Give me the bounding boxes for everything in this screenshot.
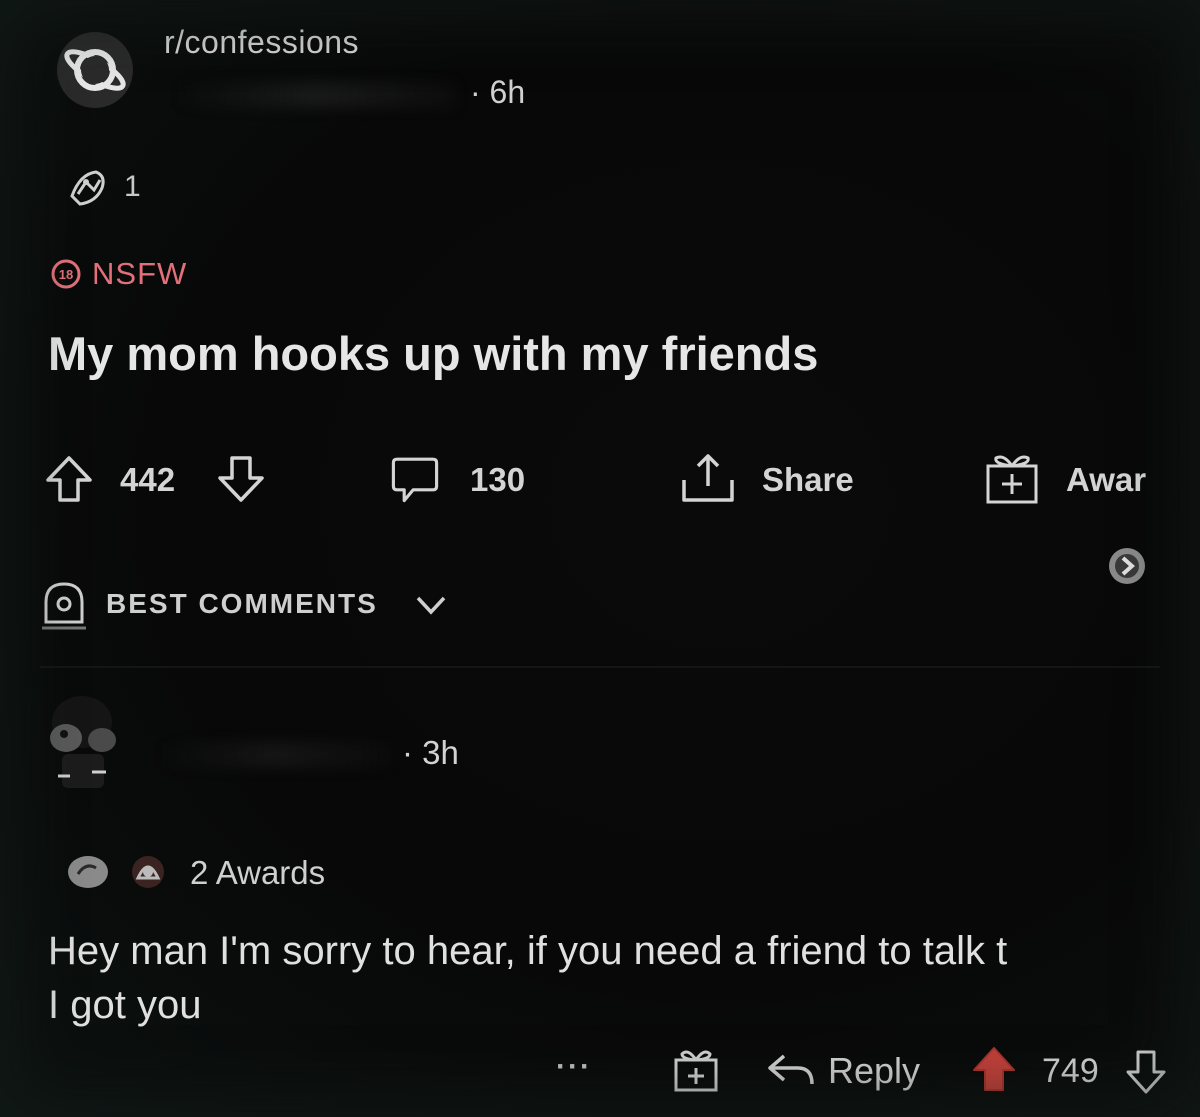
comment-award-icons xyxy=(66,848,176,894)
comment-awards-label: 2 Awards xyxy=(190,854,326,891)
commenter-username-redacted xyxy=(160,742,390,768)
upvote-icon[interactable] xyxy=(42,452,96,506)
rocket-icon[interactable] xyxy=(40,578,88,636)
scroll-right-button[interactable] xyxy=(1104,546,1150,586)
commenter-avatar[interactable] xyxy=(40,690,130,800)
vote-count: 442 xyxy=(120,461,176,498)
award-count: 1 xyxy=(124,170,141,203)
screenshot-frame: r/confessions · 6h 1 18 NSFW My mom hook… xyxy=(0,0,1200,1117)
gift-icon[interactable] xyxy=(984,450,1038,504)
downvote-icon[interactable] xyxy=(1124,1046,1170,1096)
comment-body: Hey man I'm sorry to hear, if you need a… xyxy=(48,929,1008,1027)
more-options-button[interactable]: ··· xyxy=(556,1050,592,1084)
chevron-right-icon xyxy=(1109,548,1145,584)
reply-icon[interactable] xyxy=(766,1050,816,1090)
svg-text:18: 18 xyxy=(59,267,73,282)
nsfw-label: NSFW xyxy=(92,256,188,291)
award-icon xyxy=(68,856,108,888)
award-button[interactable]: Awar xyxy=(1066,461,1146,499)
comment-score: 749 xyxy=(1042,1052,1099,1090)
upvote-icon[interactable] xyxy=(970,1044,1018,1096)
username-redacted xyxy=(176,82,456,108)
subreddit-name[interactable]: r/confessions xyxy=(164,24,359,61)
sort-button[interactable]: BEST COMMENTS xyxy=(106,588,378,620)
award-icon xyxy=(66,166,112,208)
divider xyxy=(40,666,1160,668)
chevron-down-icon[interactable] xyxy=(414,592,448,618)
subreddit-avatar[interactable] xyxy=(50,30,140,110)
downvote-icon[interactable] xyxy=(214,452,268,506)
share-icon[interactable] xyxy=(678,448,734,502)
share-button[interactable]: Share xyxy=(762,461,854,499)
post-title[interactable]: My mom hooks up with my friends xyxy=(48,326,818,381)
post-time: · 6h xyxy=(470,74,526,110)
comment-time: · 3h xyxy=(402,734,459,771)
planet-icon xyxy=(57,32,133,108)
reply-button[interactable]: Reply xyxy=(828,1050,920,1092)
gift-icon[interactable] xyxy=(672,1046,720,1094)
nsfw-icon: 18 xyxy=(48,258,84,290)
comment-icon[interactable] xyxy=(388,452,442,506)
comment-count[interactable]: 130 xyxy=(470,461,525,499)
